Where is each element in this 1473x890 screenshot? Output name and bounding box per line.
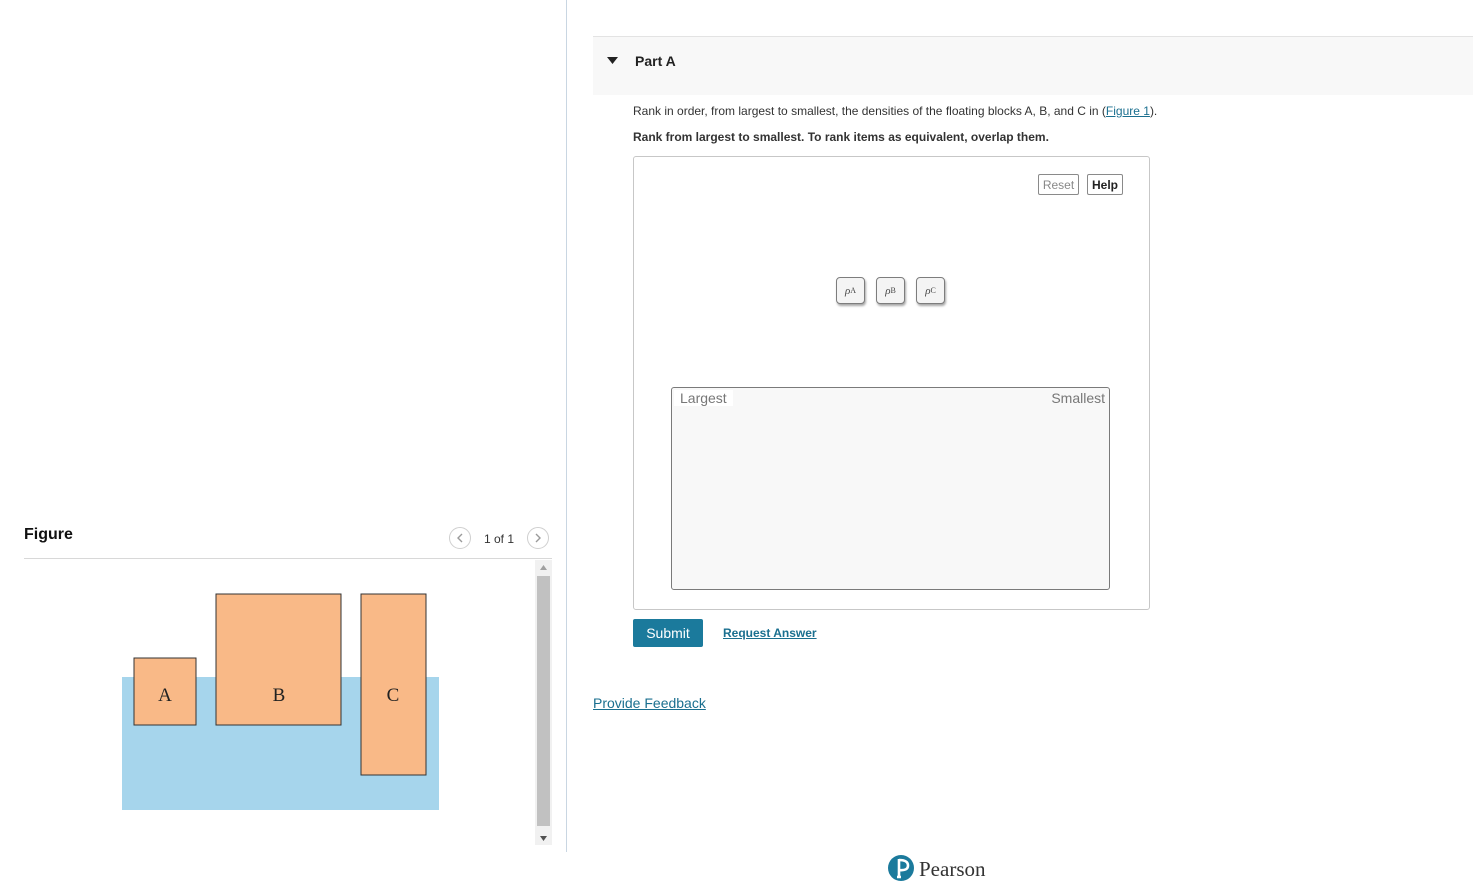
figure-header-rule	[24, 558, 552, 559]
tile-subscript: B	[890, 286, 896, 295]
largest-label: Largest	[674, 390, 733, 406]
instruction-text: Rank from largest to smallest. To rank i…	[633, 130, 1049, 144]
pearson-logo: Pearson	[887, 853, 986, 885]
previous-figure-button[interactable]	[449, 527, 471, 549]
reset-button[interactable]: Reset	[1038, 174, 1079, 195]
chevron-right-icon	[535, 533, 541, 543]
floating-blocks-figure: A B C	[122, 593, 439, 810]
submit-button[interactable]: Submit	[633, 619, 703, 647]
figure-link[interactable]: Figure 1	[1106, 104, 1150, 118]
part-a-header[interactable]: Part A	[593, 36, 1473, 95]
caret-down-icon	[607, 57, 618, 64]
question-suffix: ).	[1149, 104, 1158, 118]
scroll-down-icon[interactable]	[535, 831, 552, 845]
chevron-left-icon	[457, 533, 463, 543]
figure-title: Figure	[24, 526, 73, 543]
smallest-label: Smallest	[1051, 390, 1105, 406]
question-prefix: Rank in order, from largest to smallest,…	[633, 104, 1106, 118]
block-b-label: B	[273, 685, 286, 706]
scrollbar-thumb[interactable]	[537, 576, 550, 826]
tile-subscript: C	[930, 286, 936, 295]
help-button[interactable]: Help	[1087, 174, 1123, 195]
ranking-drop-zone[interactable]: Largest Smallest	[671, 387, 1110, 590]
question-text: Rank in order, from largest to smallest,…	[633, 104, 1157, 118]
ranking-widget: Reset Help ρA ρB ρC Largest Smallest	[633, 156, 1150, 610]
pearson-p-icon	[888, 855, 914, 881]
next-figure-button[interactable]	[527, 527, 549, 549]
tile-rho-a[interactable]: ρA	[836, 277, 865, 304]
tile-subscript: A	[850, 286, 857, 295]
figure-pager-text: 1 of 1	[484, 532, 515, 546]
tile-rho-c[interactable]: ρC	[916, 277, 945, 304]
figure-scrollbar[interactable]	[535, 560, 552, 845]
provide-feedback-link[interactable]: Provide Feedback	[593, 695, 706, 711]
block-c-label: C	[387, 685, 400, 706]
part-title: Part A	[635, 53, 676, 69]
block-a-label: A	[158, 685, 172, 706]
panel-divider	[566, 0, 567, 852]
pearson-wordmark: Pearson	[919, 856, 986, 881]
tile-rho-b[interactable]: ρB	[876, 277, 905, 304]
request-answer-link[interactable]: Request Answer	[723, 626, 817, 640]
scroll-up-icon[interactable]	[535, 560, 552, 574]
